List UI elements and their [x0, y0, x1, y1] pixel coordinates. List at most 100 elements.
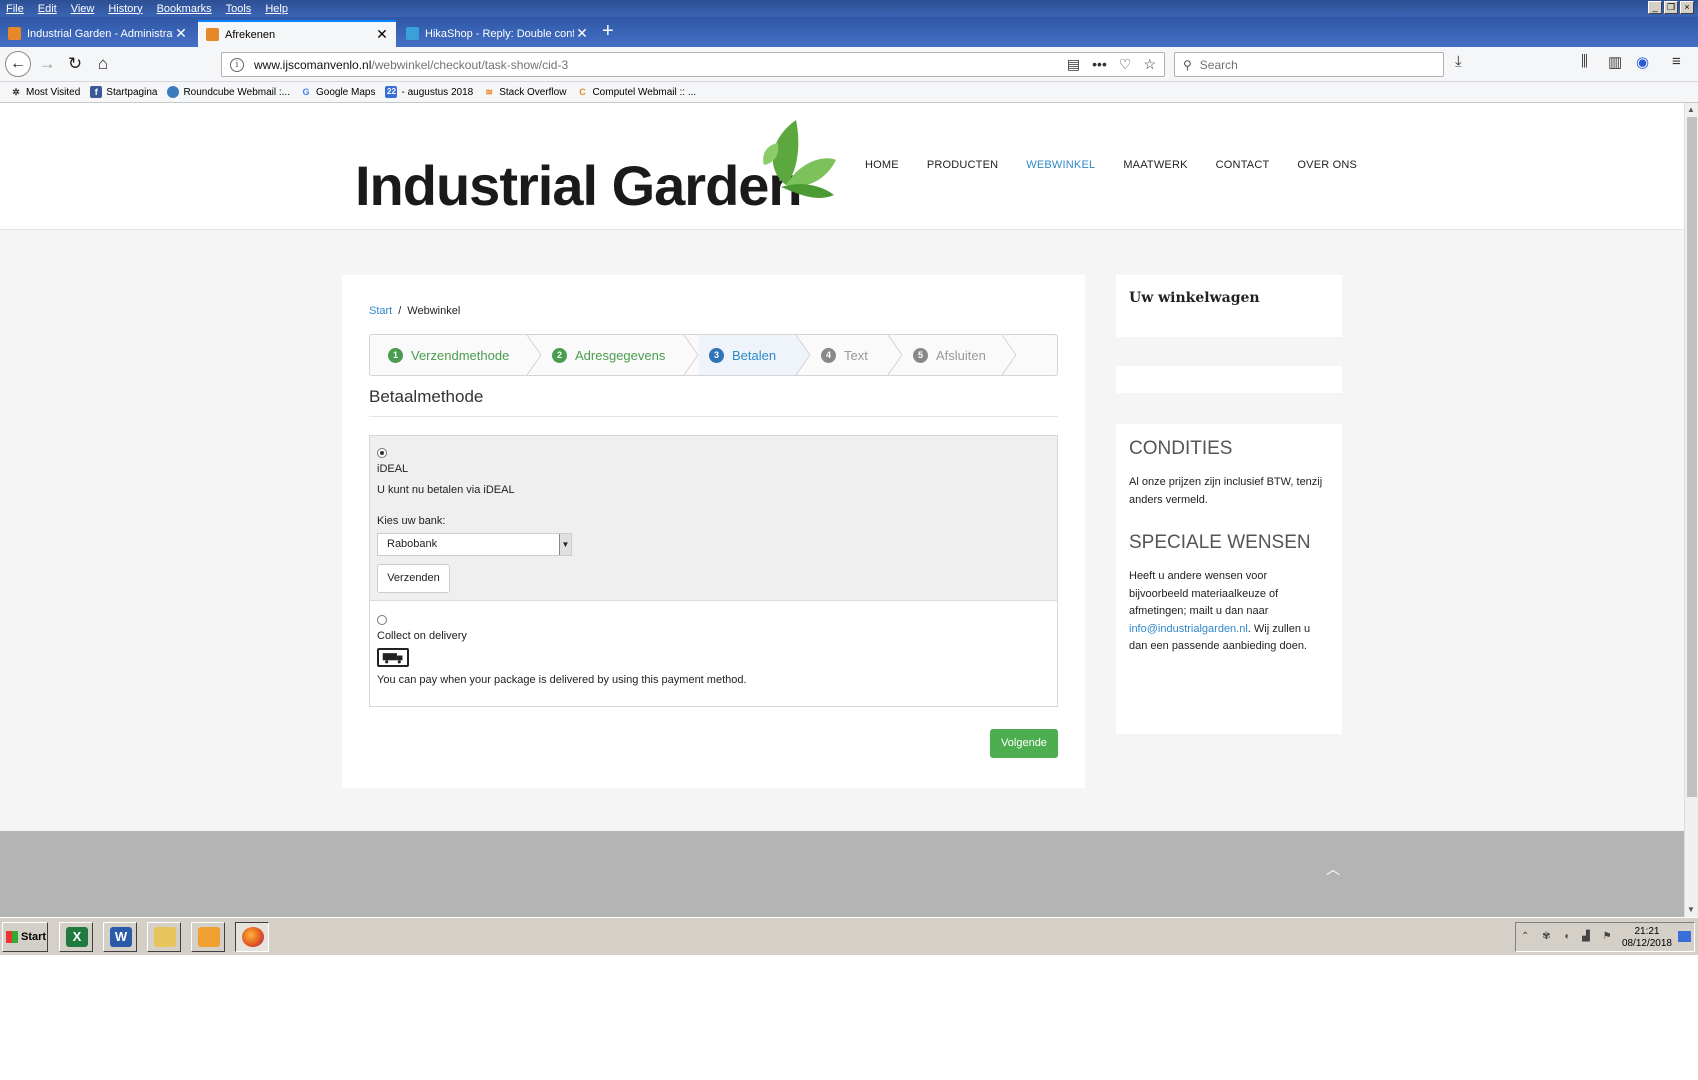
menu-help[interactable]: Help [265, 3, 288, 15]
contacts-taskbar-button[interactable] [191, 922, 225, 952]
email-link[interactable]: info@industrialgarden.nl [1129, 623, 1248, 635]
tab-afrekenen[interactable]: Afrekenen ✕ [198, 20, 396, 47]
payment-section-title: Betaalmethode [369, 387, 484, 406]
reload-icon[interactable]: ↻ [64, 53, 86, 75]
library-icon[interactable]: ⫼ [1581, 53, 1588, 70]
step-verzendmethode[interactable]: 1 Verzendmethode [370, 335, 528, 375]
checkout-steps: 1 Verzendmethode 2 Adresgegevens 3 Betalen … [369, 334, 1058, 376]
address-actions: ▤ ••• ♡ ☆ [1067, 56, 1156, 73]
clock-time: 21:21 [1634, 926, 1660, 937]
bank-select[interactable]: Rabobank ▼ [377, 533, 572, 556]
bookmark-most-visited[interactable]: ✲ Most Visited [10, 86, 80, 98]
joomla-icon [206, 28, 219, 41]
step-label: Betalen [732, 347, 777, 363]
page-actions-icon[interactable]: ••• [1092, 56, 1107, 73]
chevron-down-icon[interactable]: ▼ [559, 534, 571, 555]
tab-strip: Industrial Garden - Administration ✕ Afr… [0, 17, 1698, 47]
nav-webwinkel[interactable]: WEBWINKEL [1026, 159, 1095, 171]
cod-radio[interactable] [377, 615, 387, 625]
menu-edit[interactable]: Edit [38, 3, 57, 15]
clock[interactable]: 21:21 08/12/2018 [1622, 926, 1672, 950]
forward-icon[interactable]: → [36, 53, 58, 75]
step-adresgegevens[interactable]: 2 Adresgegevens [542, 335, 685, 375]
pocket-icon[interactable]: ♡ [1119, 56, 1132, 73]
ideal-name: iDEAL [377, 463, 409, 475]
bookmark-star-icon[interactable]: ☆ [1143, 56, 1156, 73]
tab-label: Industrial Garden - Administration [27, 27, 173, 40]
menu-icon[interactable]: ≡ [1672, 53, 1681, 70]
computel-icon: C [579, 87, 586, 97]
step-label: Verzendmethode [411, 347, 510, 363]
minimize-icon[interactable]: _ [1648, 1, 1662, 14]
nav-maatwerk[interactable]: MAATWERK [1123, 159, 1187, 171]
nav-over-ons[interactable]: OVER ONS [1297, 159, 1357, 171]
page-scrollbar[interactable]: ▲ ▼ [1684, 103, 1698, 917]
word-icon: W [110, 927, 132, 947]
close-tab-icon[interactable]: ✕ [173, 25, 189, 42]
back-icon[interactable]: ← [5, 51, 31, 77]
step-number: 3 [709, 347, 724, 363]
bookmark-calendar[interactable]: 22- augustus 2018 [385, 86, 473, 98]
ideal-radio[interactable] [377, 448, 387, 458]
checkout-panel: Start / Webwinkel 1 Verzendmethode 2 Adresge… [342, 275, 1085, 788]
joomla-icon [8, 27, 21, 40]
close-window-icon[interactable]: × [1680, 1, 1694, 14]
bookmarks-bar: ✲ Most Visited f Startpagina Roundcube Web… [0, 82, 1698, 103]
excel-taskbar-button[interactable]: X [59, 922, 93, 952]
tab-hikashop[interactable]: HikaShop - Reply: Double confirma ✕ [398, 20, 596, 47]
tray-icons: ⌃ ✾ ◖ ▟ ⚑ [1521, 931, 1617, 942]
home-icon[interactable]: ⌂ [92, 53, 114, 75]
nav-contact[interactable]: CONTACT [1216, 159, 1270, 171]
next-button[interactable]: Volgende [990, 729, 1058, 758]
sidebar-icon[interactable]: ▥ [1608, 53, 1622, 71]
tab-administration[interactable]: Industrial Garden - Administration ✕ [0, 20, 195, 47]
scrollbar-thumb[interactable] [1687, 117, 1697, 797]
menu-view[interactable]: View [71, 3, 95, 15]
menu-history[interactable]: History [108, 3, 142, 15]
wishes-text-1: Heeft u andere wensen voor bijvoorbeeld … [1129, 570, 1279, 617]
menu-tools[interactable]: Tools [226, 3, 252, 15]
close-tab-icon[interactable]: ✕ [574, 25, 590, 42]
clock-date: 08/12/2018 [1621, 938, 1672, 949]
back-to-top-icon[interactable]: ︿ [1326, 859, 1340, 879]
url-host: www.ijscomanvenlo.nl [254, 57, 372, 72]
search-input[interactable]: ⚲ Search [1174, 52, 1444, 77]
restore-icon[interactable]: ❐ [1664, 1, 1678, 14]
close-tab-icon[interactable]: ✕ [374, 26, 390, 43]
bookmark-label: - augustus 2018 [401, 86, 474, 98]
download-icon[interactable]: ⤓ [1455, 53, 1462, 70]
bookmark-startpagina[interactable]: f Startpagina [90, 86, 157, 98]
menu-file[interactable]: File [6, 3, 24, 15]
gear-icon: ✲ [12, 87, 20, 97]
address-bar[interactable]: i www.ijscomanvenlo.nl/webwinkel/checkou… [221, 52, 1165, 77]
scroll-down-icon[interactable]: ▼ [1687, 905, 1695, 914]
payment-option-ideal[interactable]: iDEAL U kunt nu betalen via iDEAL Kies u… [370, 436, 1057, 601]
breadcrumb: Start / Webwinkel [369, 305, 460, 317]
step-chevron-icon [527, 335, 541, 375]
breadcrumb-start[interactable]: Start [369, 305, 392, 317]
verzenden-button[interactable]: Verzenden [377, 564, 450, 593]
bookmark-roundcube[interactable]: Roundcube Webmail :... [167, 86, 290, 98]
firefox-taskbar-button[interactable] [235, 922, 269, 952]
scroll-up-icon[interactable]: ▲ [1687, 105, 1695, 114]
step-betalen[interactable]: 3 Betalen [699, 335, 797, 375]
word-taskbar-button[interactable]: W [103, 922, 137, 952]
nav-producten[interactable]: PRODUCTEN [927, 159, 998, 171]
new-tab-icon[interactable]: + [602, 20, 614, 43]
url-path: /webwinkel/checkout/task-show/cid-3 [371, 57, 569, 72]
contacts-icon [198, 927, 220, 947]
site-info-icon[interactable]: i [230, 57, 244, 72]
nav-home[interactable]: HOME [865, 159, 899, 171]
bookmark-stack-overflow[interactable]: ≋ Stack Overflow [483, 86, 566, 98]
cod-description: You can pay when your package is deliver… [377, 674, 747, 686]
site-logo[interactable]: Industrial Garden [355, 153, 803, 218]
reader-view-icon[interactable]: ▤ [1067, 56, 1080, 73]
bookmark-computel[interactable]: C Computel Webmail :: ... [576, 86, 696, 98]
start-button[interactable]: Start [2, 922, 48, 952]
ideal-description: U kunt nu betalen via iDEAL [377, 484, 515, 496]
show-desktop-icon[interactable] [1678, 931, 1691, 942]
bookmark-google-maps[interactable]: G Google Maps [300, 86, 375, 98]
explorer-taskbar-button[interactable] [147, 922, 181, 952]
menu-bookmarks[interactable]: Bookmarks [157, 3, 212, 15]
extension-icon[interactable]: ◉ [1636, 53, 1649, 71]
